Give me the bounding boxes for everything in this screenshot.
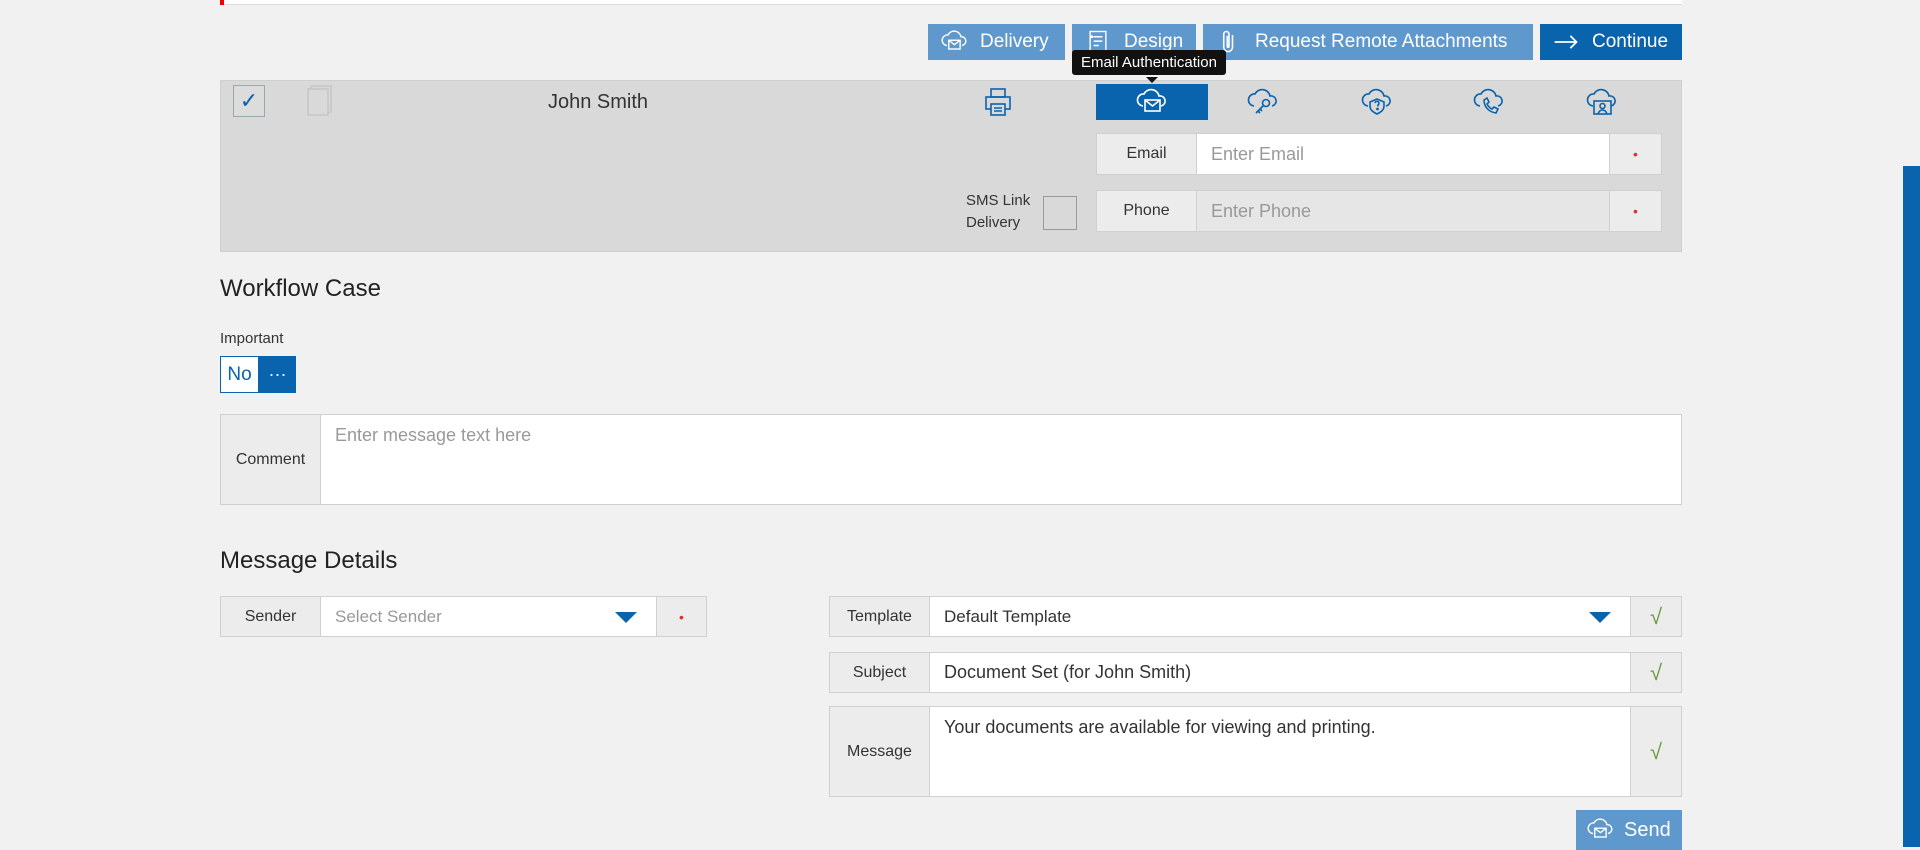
sender-select-value: Select Sender <box>335 606 442 626</box>
subject-input[interactable]: Document Set (for John Smith) <box>929 652 1631 693</box>
important-label: Important <box>220 330 284 347</box>
chevron-down-icon <box>1589 612 1611 623</box>
workflow-case-heading: Workflow Case <box>220 275 381 302</box>
template-select[interactable]: Default Template <box>929 596 1631 637</box>
template-select-value: Default Template <box>944 606 1072 626</box>
comment-label: Comment <box>220 414 321 505</box>
sender-required-indicator: • <box>656 596 707 637</box>
cloud-question-icon <box>1361 88 1391 115</box>
sender-select[interactable]: Select Sender <box>320 596 657 637</box>
send-button[interactable]: Send <box>1576 810 1682 850</box>
continue-label: Continue <box>1592 31 1669 52</box>
sms-link-delivery-checkbox[interactable] <box>1043 196 1077 230</box>
sms-link-delivery-label: SMS Link Delivery <box>966 192 1031 231</box>
key-auth-button[interactable] <box>1207 84 1319 120</box>
delivery-label: Delivery <box>980 31 1049 52</box>
message-label: Message <box>829 706 930 797</box>
template-label: Template <box>829 596 930 637</box>
phone-label: Phone <box>1096 190 1197 232</box>
email-auth-button[interactable] <box>1096 84 1208 120</box>
message-textarea[interactable]: Your documents are available for viewing… <box>929 706 1631 797</box>
chevron-down-icon <box>615 612 637 623</box>
cloud-mail-icon <box>1587 818 1613 838</box>
message-valid-check: √ <box>1630 706 1682 797</box>
cloud-mail-icon <box>1136 88 1166 112</box>
email-input[interactable]: Enter Email <box>1196 133 1610 175</box>
request-remote-attachments-label: Request Remote Attachments <box>1255 31 1508 52</box>
important-toggle[interactable]: No <box>220 356 259 393</box>
print-icon <box>985 88 1011 116</box>
message-details-heading: Message Details <box>220 547 398 574</box>
print-auth-button[interactable] <box>942 84 1054 120</box>
document-icon[interactable] <box>305 84 333 118</box>
delivery-button[interactable]: Delivery <box>928 24 1065 60</box>
arrow-right-icon <box>1554 35 1578 49</box>
subject-valid-check: √ <box>1630 652 1682 693</box>
send-label: Send <box>1624 818 1671 841</box>
phone-input[interactable]: Enter Phone <box>1196 190 1610 232</box>
phone-auth-button[interactable] <box>1433 84 1545 120</box>
recipient-checkbox[interactable]: ✓ <box>233 85 265 117</box>
cloud-key-icon <box>1247 88 1277 114</box>
tooltip-arrow <box>1146 77 1158 83</box>
cloud-mail-icon <box>941 30 967 50</box>
top-strip <box>220 0 1682 5</box>
email-label: Email <box>1096 133 1197 175</box>
sender-label: Sender <box>220 596 321 637</box>
continue-button[interactable]: Continue <box>1540 24 1682 60</box>
email-auth-tooltip: Email Authentication <box>1072 50 1226 75</box>
phone-required-indicator: • <box>1609 190 1662 232</box>
error-indicator <box>220 0 224 5</box>
template-valid-check: √ <box>1630 596 1682 637</box>
scrollbar[interactable] <box>1903 166 1920 847</box>
email-required-indicator: • <box>1609 133 1662 175</box>
comment-textarea[interactable]: Enter message text here <box>320 414 1682 505</box>
recipient-name: John Smith <box>548 91 649 113</box>
question-auth-button[interactable] <box>1321 84 1433 120</box>
id-auth-button[interactable] <box>1546 84 1658 120</box>
cloud-user-icon <box>1586 88 1616 115</box>
subject-label: Subject <box>829 652 930 693</box>
cloud-phone-icon <box>1473 88 1503 114</box>
important-options-button[interactable]: ··· <box>259 356 296 393</box>
request-remote-attachments-button[interactable]: Request Remote Attachments <box>1203 24 1533 60</box>
